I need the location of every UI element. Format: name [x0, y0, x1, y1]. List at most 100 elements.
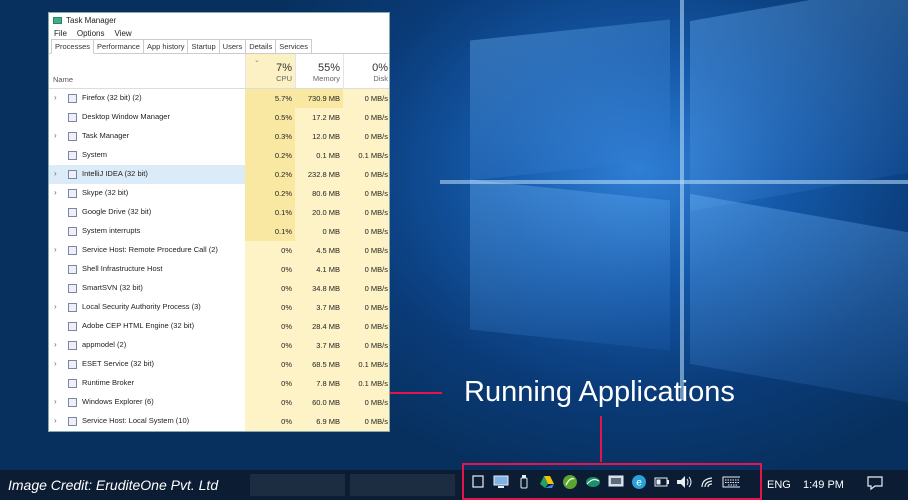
expand-chevron-icon[interactable]: › [54, 93, 57, 102]
process-disk: 0 MB/s [343, 298, 389, 317]
table-row[interactable]: › ESET Service (32 bit) 0% 68.5 MB 0.1 MB/s [49, 355, 389, 374]
table-row[interactable]: Google Drive (32 bit) 0.1% 20.0 MB 0 MB/s [49, 203, 389, 222]
tab-startup[interactable]: Startup [187, 39, 220, 53]
tab-processes[interactable]: Processes [51, 39, 95, 54]
taskbar-clock[interactable]: 1:49 PM [803, 479, 844, 491]
expand-chevron-icon[interactable]: › [54, 397, 57, 406]
eset-icon[interactable] [584, 474, 602, 490]
tab-performance[interactable]: Performance [93, 39, 144, 53]
volume-icon[interactable] [676, 474, 694, 490]
blank-window-icon[interactable] [469, 474, 487, 490]
firefox-icon [68, 94, 77, 103]
column-memory[interactable]: 55% Memory [295, 54, 343, 88]
process-memory: 0.1 MB [295, 146, 343, 165]
usb-icon[interactable] [515, 474, 533, 490]
cpu-label: CPU [276, 74, 292, 83]
table-row[interactable]: SmartSVN (32 bit) 0% 34.8 MB 0 MB/s [49, 279, 389, 298]
menu-options[interactable]: Options [77, 29, 105, 38]
e-badge-icon[interactable]: e [630, 474, 648, 490]
table-row[interactable]: › Skype (32 bit) 0.2% 80.6 MB 0 MB/s [49, 184, 389, 203]
process-memory: 12.0 MB [295, 127, 343, 146]
disk-label: Disk [373, 74, 388, 83]
sort-arrow-icon: ⌄ [254, 57, 260, 64]
google-drive-icon[interactable] [538, 474, 556, 490]
process-memory: 6.9 MB [295, 412, 343, 431]
memory-label: Memory [312, 74, 340, 83]
svg-text:e: e [636, 477, 642, 488]
table-row[interactable]: System interrupts 0.1% 0 MB 0 MB/s [49, 222, 389, 241]
tab-services[interactable]: Services [275, 39, 312, 53]
tab-details[interactable]: Details [245, 39, 277, 53]
table-row[interactable]: › Service Host: Remote Procedure Call (2)… [49, 241, 389, 260]
monitor-icon[interactable] [492, 474, 510, 490]
menu-view[interactable]: View [114, 29, 131, 38]
table-row[interactable]: › Firefox (32 bit) (2) 5.7% 730.9 MB 0 MB/s [49, 89, 389, 108]
keyboard-icon[interactable] [722, 474, 740, 490]
process-disk: 0 MB/s [343, 241, 389, 260]
taskbar-button[interactable] [250, 474, 345, 496]
notification-icon[interactable] [866, 475, 884, 491]
table-row[interactable]: Runtime Broker 0% 7.8 MB 0.1 MB/s [49, 374, 389, 393]
folder-icon [68, 398, 77, 407]
process-disk: 0 MB/s [343, 203, 389, 222]
column-cpu[interactable]: ⌄ 7% CPU [245, 54, 295, 88]
process-name: Skype (32 bit) [82, 188, 129, 197]
expand-chevron-icon[interactable]: › [54, 188, 57, 197]
table-row[interactable]: › Windows Explorer (6) 0% 60.0 MB 0 MB/s [49, 393, 389, 412]
table-row[interactable]: › appmodel (2) 0% 3.7 MB 0 MB/s [49, 336, 389, 355]
process-cpu: 0.2% [245, 165, 295, 184]
column-name[interactable]: Name [53, 75, 73, 84]
table-row[interactable]: › IntelliJ IDEA (32 bit) 0.2% 232.8 MB 0 MB/… [49, 165, 389, 184]
expand-chevron-icon[interactable]: › [54, 416, 57, 425]
google-drive-icon [68, 208, 77, 217]
expand-chevron-icon[interactable]: › [54, 340, 57, 349]
battery-icon[interactable] [653, 474, 671, 490]
table-row[interactable]: Adobe CEP HTML Engine (32 bit) 0% 28.4 MB 0… [49, 317, 389, 336]
process-disk: 0 MB/s [343, 108, 389, 127]
menu-file[interactable]: File [54, 29, 67, 38]
skype-icon [68, 189, 77, 198]
process-cpu: 5.7% [245, 89, 295, 108]
expand-chevron-icon[interactable]: › [54, 245, 57, 254]
wifi-icon[interactable] [699, 474, 717, 490]
expand-chevron-icon[interactable]: › [54, 359, 57, 368]
table-row[interactable]: › Task Manager 0.3% 12.0 MB 0 MB/s [49, 127, 389, 146]
title-bar[interactable]: Task Manager [49, 13, 389, 27]
expand-chevron-icon[interactable]: › [54, 169, 57, 178]
table-row[interactable]: › Local Security Authority Process (3) 0% 3… [49, 298, 389, 317]
process-disk: 0 MB/s [343, 222, 389, 241]
task-manager-window[interactable]: Task Manager File Options View Processes… [48, 12, 390, 432]
process-memory: 0 MB [295, 222, 343, 241]
process-cpu: 0% [245, 412, 295, 431]
expand-chevron-icon[interactable]: › [54, 302, 57, 311]
window-icon [68, 379, 77, 388]
wallpaper-pane [470, 179, 670, 351]
screen-icon[interactable] [607, 474, 625, 490]
menu-bar: File Options View [49, 27, 389, 39]
cpu-total: 7% [276, 62, 292, 74]
gear-icon [68, 341, 77, 350]
input-language[interactable]: ENG [767, 479, 791, 491]
wallpaper-beam [680, 0, 684, 400]
tab-bar: Processes Performance App history Startu… [49, 39, 389, 54]
process-memory: 28.4 MB [295, 317, 343, 336]
process-name: SmartSVN (32 bit) [82, 283, 143, 292]
process-cpu: 0.2% [245, 146, 295, 165]
window-title: Task Manager [66, 15, 117, 25]
table-row[interactable]: Shell Infrastructure Host 0% 4.1 MB 0 MB/s [49, 260, 389, 279]
intellij-icon [68, 170, 77, 179]
process-cpu: 0.2% [245, 184, 295, 203]
tab-users[interactable]: Users [218, 39, 247, 53]
table-row[interactable]: System 0.2% 0.1 MB 0.1 MB/s [49, 146, 389, 165]
window-icon [68, 303, 77, 312]
expand-chevron-icon[interactable]: › [54, 131, 57, 140]
image-credit: Image Credit: EruditeOne Pvt. Ltd [8, 477, 219, 493]
process-disk: 0.1 MB/s [343, 374, 389, 393]
leaf-icon[interactable] [561, 474, 579, 490]
process-cpu: 0.1% [245, 222, 295, 241]
table-row[interactable]: Desktop Window Manager 0.5% 17.2 MB 0 MB/s [49, 108, 389, 127]
table-row[interactable]: › Service Host: Local System (10) 0% 6.9 MB… [49, 412, 389, 431]
tab-app-history[interactable]: App history [142, 39, 189, 53]
taskbar-button[interactable] [350, 474, 455, 496]
column-disk[interactable]: 0% Disk [343, 54, 389, 88]
